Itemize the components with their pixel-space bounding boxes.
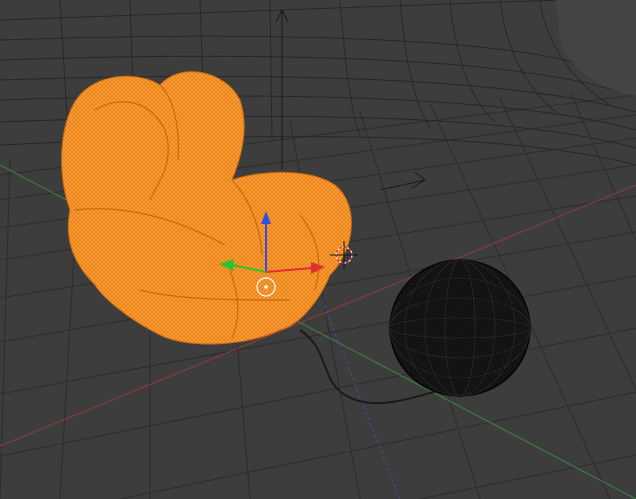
sphere-mesh[interactable] [389, 259, 531, 397]
armchair-mesh[interactable] [61, 71, 352, 345]
3d-viewport[interactable] [0, 0, 636, 499]
z-axis-line [321, 299, 401, 499]
backdrop-shadow [556, 0, 636, 96]
